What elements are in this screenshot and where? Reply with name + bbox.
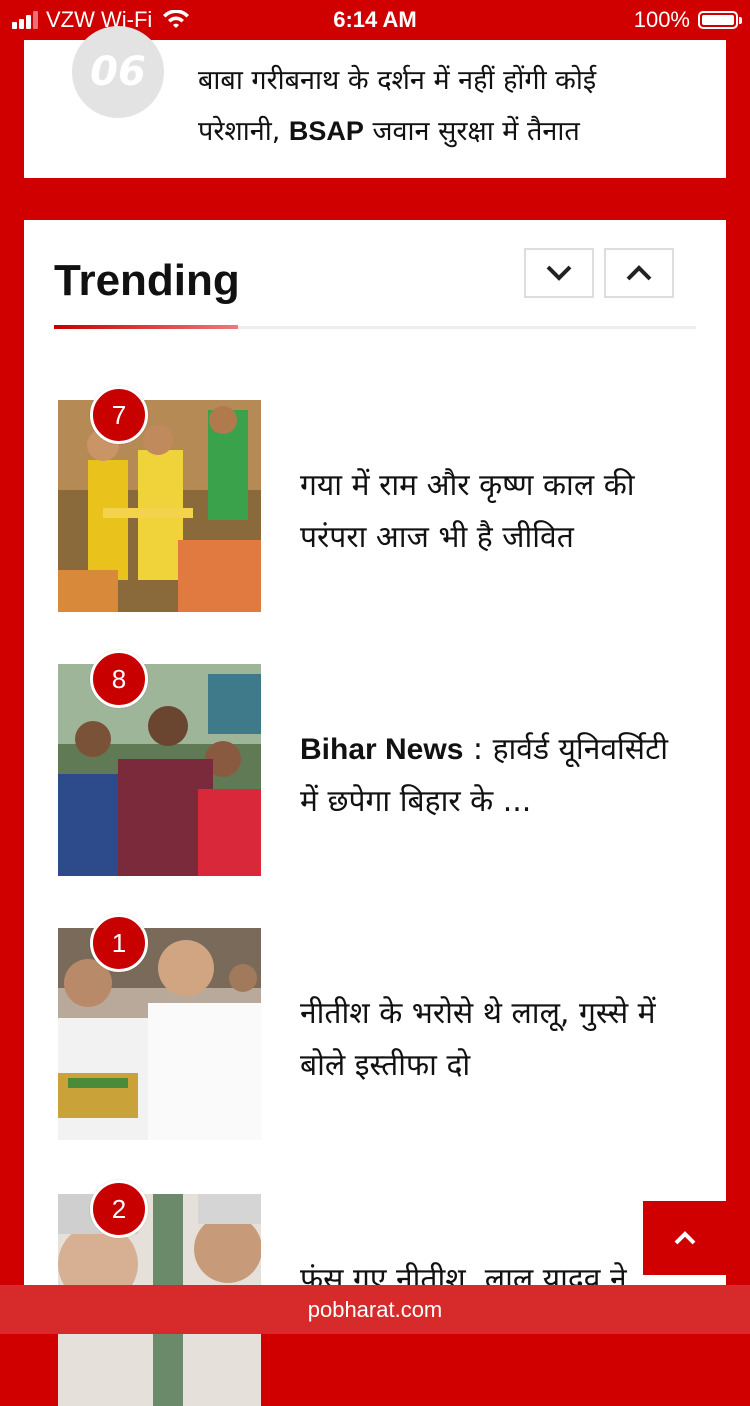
heading-accent xyxy=(54,325,238,329)
top-news-card[interactable]: 06 बाबा गरीबनाथ के दर्शन में नहीं होंगी … xyxy=(24,26,726,178)
status-right: 100% xyxy=(633,7,742,33)
scroll-up-button[interactable] xyxy=(604,248,674,298)
news-title[interactable]: नीतीश के भरोसे थे लालू, गुस्से में बोले … xyxy=(300,988,690,1092)
news-thumbnail[interactable] xyxy=(58,400,261,612)
scroll-to-top-button[interactable] xyxy=(643,1201,727,1275)
trending-item[interactable]: 8 Bihar News : हार्वर्ड यूनिवर्सिटी में … xyxy=(58,650,698,876)
title-text-end: जवान सुरक्षा में तैनात xyxy=(363,116,580,147)
rank-badge: 1 xyxy=(90,914,148,972)
trending-item[interactable]: 7 गया में राम और कृष्ण काल की परंपरा आज … xyxy=(58,386,698,612)
scroll-down-button[interactable] xyxy=(524,248,594,298)
trending-section: Trending 7 गया में राम और कृष्ण काल की प… xyxy=(24,220,726,1406)
rank-badge: 8 xyxy=(90,650,148,708)
news-title-bold: Bihar News xyxy=(300,733,464,766)
title-bold: BSAP xyxy=(288,116,364,146)
url-bar[interactable]: pobharat.com xyxy=(0,1285,750,1334)
news-thumbnail[interactable] xyxy=(58,928,261,1140)
rank-badge: 2 xyxy=(90,1180,148,1238)
trending-item[interactable]: 1 नीतीश के भरोसे थे लालू, गुस्से में बोल… xyxy=(58,914,698,1140)
top-news-title[interactable]: बाबा गरीबनाथ के दर्शन में नहीं होंगी कोई… xyxy=(198,56,668,157)
trending-heading: Trending xyxy=(54,256,240,305)
chevron-down-icon xyxy=(546,265,572,281)
battery-icon xyxy=(698,11,742,29)
news-title[interactable]: Bihar News : हार्वर्ड यूनिवर्सिटी में छप… xyxy=(300,724,690,828)
chevron-up-icon xyxy=(626,265,652,281)
news-title[interactable]: गया में राम और कृष्ण काल की परंपरा आज भी… xyxy=(300,460,690,564)
rank-badge: 7 xyxy=(90,386,148,444)
news-thumbnail[interactable] xyxy=(58,664,261,876)
battery-percent: 100% xyxy=(633,7,690,32)
rank-number: 06 xyxy=(72,26,164,118)
chevron-up-icon xyxy=(674,1231,696,1245)
